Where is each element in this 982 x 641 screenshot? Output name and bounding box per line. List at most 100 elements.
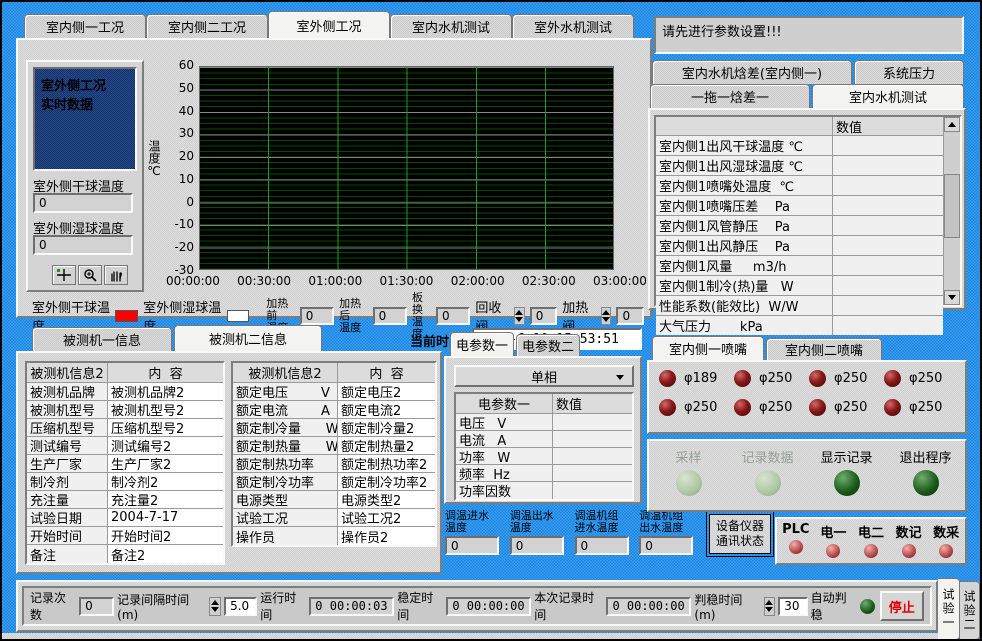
row-value[interactable]: 2004-7-17: [107, 509, 223, 526]
spin-up-icon[interactable]: [765, 600, 773, 605]
tab-system-pressure[interactable]: 系统压力: [854, 60, 964, 84]
tab-one-drag-one-enthalpy[interactable]: 一拖一焓差一: [650, 84, 810, 108]
spin-up-icon[interactable]: [602, 310, 610, 315]
nozzle-size-label: φ250: [759, 371, 792, 386]
judge-time-spinner[interactable]: [764, 597, 776, 616]
row-value[interactable]: 开始时间2: [107, 527, 223, 544]
nozzle-item: φ250: [734, 370, 809, 387]
tab-outdoor-water-test[interactable]: 室外水机测试: [512, 14, 634, 38]
record-interval-value[interactable]: 5.0: [224, 597, 257, 616]
tab-outdoor-condition[interactable]: 室外侧工况: [268, 11, 390, 38]
row-value[interactable]: 额定制冷量2: [337, 419, 435, 436]
phase-selected-value: 单相: [531, 367, 557, 386]
sample-button[interactable]: [676, 470, 702, 496]
recovery-valve-spinner[interactable]: [514, 307, 525, 325]
preheat-temp-value: 0: [300, 307, 334, 325]
nozzle-led: [884, 399, 901, 416]
spin-down-icon[interactable]: [765, 607, 773, 612]
spin-down-icon[interactable]: [211, 607, 219, 612]
scroll-down-icon[interactable]: [944, 290, 960, 305]
tab-test-1[interactable]: 试验一: [938, 578, 960, 640]
table-row: 备注备注2: [27, 545, 223, 563]
power2-status-led: [864, 544, 878, 558]
heating-valve-value[interactable]: 0: [616, 307, 644, 325]
stability-judge-time-value[interactable]: 30: [778, 597, 807, 616]
row-value[interactable]: 试验工况2: [337, 509, 435, 526]
outdoor-wet-bulb-value: 0: [33, 235, 133, 255]
x-tick: 02:00:00: [451, 274, 505, 288]
row-value[interactable]: 充注量2: [107, 491, 223, 508]
tab-electric-params-1[interactable]: 电参数一: [450, 332, 514, 356]
row-value[interactable]: 额定电压2: [337, 383, 435, 400]
label-line: 板换: [412, 291, 423, 316]
temperature-chart-plot: [199, 66, 614, 270]
record-count-label: 记录次数: [30, 589, 76, 623]
scrollbar-thumb[interactable]: [944, 174, 960, 238]
comm-status-led-panel: PLC 电一 电二 数记 数采: [775, 517, 967, 565]
tab-indoor-water-machine-test[interactable]: 室内水机测试: [812, 84, 964, 108]
record-data-button[interactable]: [755, 470, 781, 496]
row-value[interactable]: 被测机型号2: [107, 401, 223, 418]
table-row: 额定电流 A额定电流2: [233, 401, 435, 419]
tab-label: 试验一: [940, 588, 957, 630]
row-value[interactable]: 电源类型2: [337, 491, 435, 508]
table-scrollbar[interactable]: [943, 117, 960, 305]
y-tick: 20: [179, 149, 194, 163]
stop-button[interactable]: 停止: [880, 591, 924, 621]
water-temp-group: 调温出水 温度 0: [510, 510, 568, 555]
recovery-valve-value[interactable]: 0: [530, 307, 558, 325]
tab-unit2-info[interactable]: 被测机二信息: [174, 325, 322, 351]
table-row: 制冷剂制冷剂2: [27, 473, 223, 491]
tab-electric-params-2[interactable]: 电参数二: [516, 334, 580, 356]
tab-unit1-info[interactable]: 被测机一信息: [32, 327, 172, 351]
row-label: 频率 Hz: [456, 465, 552, 481]
phase-dropdown[interactable]: 单相: [454, 365, 634, 387]
spin-down-icon[interactable]: [602, 317, 610, 322]
power2-status-label: 电二: [858, 522, 884, 541]
tab-indoor1-condition[interactable]: 室内侧一工况: [24, 14, 146, 38]
current-record-time-value: 0 00:00:00: [606, 597, 691, 616]
zoom-tool-icon[interactable]: [78, 265, 102, 285]
table-row: 生产厂家生产厂家2: [27, 455, 223, 473]
heating-valve-spinner[interactable]: [601, 307, 612, 325]
row-value[interactable]: 额定制热量2: [337, 437, 435, 454]
tab-indoor-water-test[interactable]: 室内水机测试: [390, 14, 512, 38]
table-row: 功率 W: [456, 448, 632, 465]
nozzle-size-label: φ189: [684, 371, 717, 386]
tab-nozzle-indoor1[interactable]: 室内侧一喷嘴: [652, 336, 764, 360]
row-value[interactable]: 备注2: [107, 545, 223, 563]
row-value[interactable]: 额定制热功率2: [337, 455, 435, 472]
tab-test-2[interactable]: 试验二: [960, 581, 980, 640]
row-value[interactable]: 测试编号2: [107, 437, 223, 454]
row-value[interactable]: 制冷剂2: [107, 473, 223, 490]
tab-nozzle-indoor2[interactable]: 室内侧二喷嘴: [766, 338, 882, 360]
tab-label: 试验二: [961, 590, 978, 632]
pan-hand-tool-icon[interactable]: [104, 265, 128, 285]
water-temp-value: 0: [510, 536, 564, 555]
row-value[interactable]: 生产厂家2: [107, 455, 223, 472]
row-value[interactable]: 额定电流2: [337, 401, 435, 418]
spin-down-icon[interactable]: [515, 317, 523, 322]
row-value: [832, 156, 943, 175]
spin-up-icon[interactable]: [515, 310, 523, 315]
row-label: 额定电流 A: [233, 401, 337, 418]
app-window: 室内侧一工况 室内侧二工况 室外侧工况 室内水机测试 室外水机测试 室外侧工况 …: [0, 0, 982, 641]
empty-header: [656, 117, 832, 135]
value-column-header: 数值: [552, 394, 632, 413]
show-records-button[interactable]: [834, 470, 860, 496]
interval-spinner[interactable]: [209, 597, 221, 616]
row-value[interactable]: 压缩机型号2: [107, 419, 223, 436]
row-value[interactable]: 额定制冷功率2: [337, 473, 435, 490]
tab-indoor2-condition[interactable]: 室内侧二工况: [146, 14, 268, 38]
row-value[interactable]: 被测机品牌2: [107, 383, 223, 400]
exit-program-button[interactable]: [913, 470, 939, 496]
device-comm-status-button[interactable]: 设备仪器 通讯状态: [709, 514, 771, 554]
tab-indoor-water-enthalpy[interactable]: 室内水机焓差(室内侧一): [652, 60, 852, 84]
crosshair-tool-icon[interactable]: [52, 265, 76, 285]
spin-up-icon[interactable]: [211, 600, 219, 605]
chevron-down-icon: [616, 375, 624, 380]
x-tick: 01:00:00: [308, 274, 362, 288]
nozzle-item: φ250: [659, 399, 734, 416]
row-value[interactable]: 操作员2: [337, 527, 435, 545]
scroll-up-icon[interactable]: [944, 117, 960, 132]
